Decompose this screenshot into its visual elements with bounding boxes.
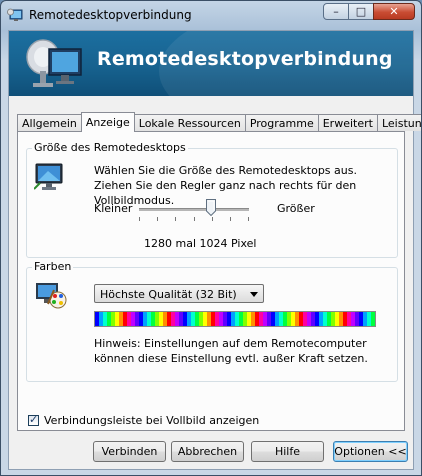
resolution-text: 1280 mal 1024 Pixel — [144, 237, 257, 250]
display-size-description: Wählen Sie die Größe des Remotedesktops … — [94, 164, 357, 207]
colors-group: Farben Höchste Qualität (32 Bit) Hinweis… — [26, 260, 398, 382]
slider-tick — [248, 217, 249, 221]
connect-button[interactable]: Verbinden — [93, 441, 166, 462]
window-controls: – □ ✕ — [323, 3, 415, 21]
minimize-button[interactable]: – — [323, 3, 349, 20]
display-size-group-label: Größe des Remotedesktops — [32, 141, 188, 154]
banner-title: Remotedesktopverbindung — [97, 48, 393, 70]
slider-tick — [230, 217, 231, 221]
options-button[interactable]: Optionen << — [333, 441, 408, 462]
color-depth-value: Höchste Qualität (32 Bit) — [100, 288, 237, 301]
slider-ticks — [139, 217, 249, 221]
window-title: Remotedesktopverbindung — [29, 8, 192, 22]
tab-allgemein[interactable]: Allgemein — [17, 114, 82, 131]
connection-bar-option[interactable]: ✓ Verbindungsleiste bei Vollbild anzeige… — [28, 413, 260, 427]
checkmark-icon: ✓ — [29, 413, 39, 426]
slider-tick — [194, 217, 195, 221]
slider-tick — [212, 217, 213, 221]
close-button[interactable]: ✕ — [373, 3, 415, 20]
slider-min-label: Kleiner — [94, 202, 133, 215]
color-palette-icon — [36, 283, 67, 309]
color-depth-select[interactable]: Höchste Qualität (32 Bit) — [94, 284, 264, 303]
display-size-slider[interactable] — [139, 208, 249, 211]
tab-erweitert[interactable]: Erweitert — [317, 114, 378, 131]
tab-lokale-ressourcen[interactable]: Lokale Ressourcen — [133, 114, 246, 131]
remote-desktop-icon — [7, 8, 23, 21]
remote-desktop-banner-icon — [26, 39, 82, 87]
chevron-down-icon — [250, 292, 258, 297]
slider-thumb[interactable] — [206, 199, 216, 216]
display-tab-panel: Größe des Remotedesktops Wählen Sie die … — [17, 131, 405, 431]
monitor-icon — [34, 163, 63, 190]
tab-anzeige[interactable]: Anzeige — [80, 112, 135, 132]
slider-tick — [175, 217, 176, 221]
slider-tick — [139, 217, 140, 221]
tab-programme[interactable]: Programme — [244, 114, 319, 131]
tab-strip: Allgemein Anzeige Lokale Ressourcen Prog… — [17, 112, 421, 132]
colors-group-label: Farben — [32, 260, 74, 273]
dialog-client-area: Remotedesktopverbindung Allgemein Anzeig… — [8, 30, 421, 470]
maximize-button[interactable]: □ — [348, 3, 374, 20]
color-spectrum-preview — [94, 311, 376, 327]
header-banner: Remotedesktopverbindung — [9, 31, 413, 96]
connection-bar-checkbox[interactable]: ✓ — [28, 413, 39, 426]
colors-hint: Hinweis: Einstellungen auf dem Remotecom… — [94, 337, 368, 365]
cancel-button[interactable]: Abbrechen — [171, 441, 244, 462]
title-bar[interactable]: Remotedesktopverbindung – □ ✕ — [1, 1, 421, 30]
app-window: Remotedesktopverbindung – □ ✕ Remotedesk… — [0, 0, 422, 476]
connection-bar-label: Verbindungsleiste bei Vollbild anzeigen — [44, 414, 260, 427]
display-size-group: Größe des Remotedesktops Wählen Sie die … — [26, 141, 398, 258]
slider-tick — [157, 217, 158, 221]
slider-max-label: Größer — [277, 202, 315, 215]
tab-leistung[interactable]: Leistung — [376, 114, 421, 131]
help-button[interactable]: Hilfe — [251, 441, 324, 462]
